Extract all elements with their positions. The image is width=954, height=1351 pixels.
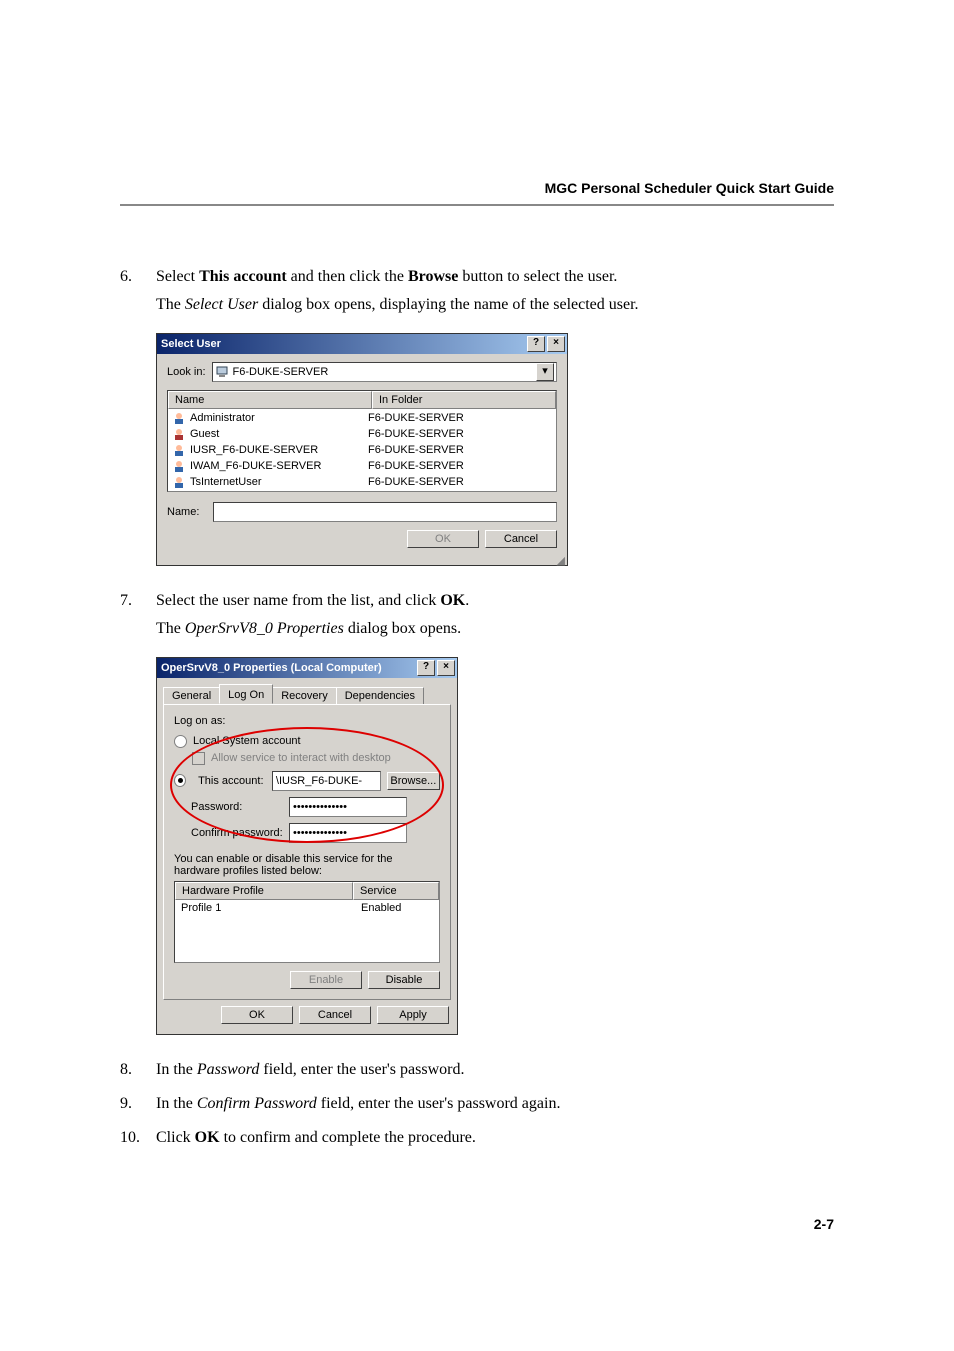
- tab-general[interactable]: General: [163, 687, 220, 704]
- list-item[interactable]: IWAM_F6-DUKE-SERVER F6-DUKE-SERVER: [168, 458, 556, 474]
- hw-enable-note: You can enable or disable this service f…: [174, 853, 440, 877]
- select-user-dialog-figure: Select User ? × Look in: F6-DUKE-SERVER …: [156, 333, 834, 566]
- user-icon: [172, 459, 186, 473]
- tab-recovery[interactable]: Recovery: [272, 687, 336, 704]
- account-input[interactable]: \IUSR_F6-DUKE-SER: [272, 771, 381, 791]
- select-user-dialog: Select User ? × Look in: F6-DUKE-SERVER …: [156, 333, 568, 566]
- disable-button[interactable]: Disable: [368, 971, 440, 989]
- confirm-password-label: Confirm password:: [191, 827, 283, 839]
- allow-interact-label: Allow service to interact with desktop: [211, 752, 391, 764]
- local-system-radio[interactable]: [174, 735, 187, 748]
- step-6-line1: Select This account and then click the B…: [156, 266, 834, 288]
- apply-button[interactable]: Apply: [377, 1006, 449, 1024]
- resize-grip-icon[interactable]: ◢: [157, 558, 567, 565]
- user-icon: [172, 411, 186, 425]
- step-9-number: 9.: [120, 1093, 156, 1121]
- help-button[interactable]: ?: [527, 336, 545, 352]
- name-input[interactable]: [213, 502, 557, 522]
- select-user-title: Select User: [161, 338, 525, 350]
- step-10-number: 10.: [120, 1127, 156, 1155]
- hardware-profile-list[interactable]: Hardware Profile Service Profile 1 Enabl…: [174, 881, 440, 963]
- user-icon: [172, 427, 186, 441]
- page-header: MGC Personal Scheduler Quick Start Guide: [120, 180, 834, 206]
- log-on-panel: Log on as: Local System account Allow se…: [163, 704, 451, 1000]
- this-account-radio[interactable]: [174, 774, 186, 787]
- look-in-combo[interactable]: F6-DUKE-SERVER ▾: [212, 362, 557, 382]
- select-user-titlebar: Select User ? ×: [157, 334, 567, 354]
- step-7-number: 7.: [120, 590, 156, 647]
- user-listview[interactable]: Name In Folder Administrator F6-DUKE-SER…: [167, 390, 557, 492]
- close-button[interactable]: ×: [547, 336, 565, 352]
- close-button[interactable]: ×: [437, 660, 455, 676]
- tab-strip: General Log On Recovery Dependencies: [163, 684, 451, 704]
- hw-column-service[interactable]: Service: [353, 882, 439, 900]
- browse-button[interactable]: Browse...: [387, 772, 440, 790]
- table-row[interactable]: Profile 1 Enabled: [175, 900, 439, 916]
- cancel-button[interactable]: Cancel: [299, 1006, 371, 1024]
- password-label: Password:: [191, 801, 283, 813]
- list-item[interactable]: Guest F6-DUKE-SERVER: [168, 426, 556, 442]
- look-in-value: F6-DUKE-SERVER: [233, 366, 536, 378]
- list-item[interactable]: TsInternetUser F6-DUKE-SERVER: [168, 474, 556, 490]
- step-9: 9. In the Confirm Password field, enter …: [120, 1093, 834, 1121]
- step-6: 6. Select This account and then click th…: [120, 266, 834, 323]
- local-system-label: Local System account: [193, 735, 301, 747]
- step-10: 10. Click OK to confirm and complete the…: [120, 1127, 834, 1155]
- tab-log-on[interactable]: Log On: [219, 684, 273, 704]
- dropdown-arrow-icon[interactable]: ▾: [536, 363, 554, 381]
- step-7-line1: Select the user name from the list, and …: [156, 590, 834, 612]
- allow-interact-checkbox: [192, 752, 205, 765]
- list-item[interactable]: IUSR_F6-DUKE-SERVER F6-DUKE-SERVER: [168, 442, 556, 458]
- look-in-label: Look in:: [167, 366, 206, 378]
- properties-titlebar: OperSrvV8_0 Properties (Local Computer) …: [157, 658, 457, 678]
- step-6-line2: The Select User dialog box opens, displa…: [156, 294, 834, 316]
- page-number: 2-7: [120, 1216, 834, 1232]
- cancel-button[interactable]: Cancel: [485, 530, 557, 548]
- step-8: 8. In the Password field, enter the user…: [120, 1059, 834, 1087]
- column-name[interactable]: Name: [168, 391, 372, 409]
- help-button[interactable]: ?: [417, 660, 435, 676]
- list-item[interactable]: Administrator F6-DUKE-SERVER: [168, 410, 556, 426]
- user-icon: [172, 475, 186, 489]
- user-icon: [172, 443, 186, 457]
- enable-button[interactable]: Enable: [290, 971, 362, 989]
- step-8-number: 8.: [120, 1059, 156, 1087]
- step-7-line2: The OperSrvV8_0 Properties dialog box op…: [156, 618, 834, 640]
- this-account-label: This account:: [198, 775, 266, 787]
- confirm-password-input[interactable]: ••••••••••••••: [289, 823, 407, 843]
- name-label: Name:: [167, 506, 207, 518]
- step-6-number: 6.: [120, 266, 156, 323]
- ok-button[interactable]: OK: [221, 1006, 293, 1024]
- step-7: 7. Select the user name from the list, a…: [120, 590, 834, 647]
- properties-dialog-figure: OperSrvV8_0 Properties (Local Computer) …: [156, 657, 834, 1035]
- ok-button[interactable]: OK: [407, 530, 479, 548]
- properties-title: OperSrvV8_0 Properties (Local Computer): [161, 662, 415, 674]
- log-on-as-label: Log on as:: [174, 715, 440, 727]
- computer-icon: [215, 365, 229, 379]
- properties-dialog: OperSrvV8_0 Properties (Local Computer) …: [156, 657, 458, 1035]
- tab-dependencies[interactable]: Dependencies: [336, 687, 424, 704]
- password-input[interactable]: ••••••••••••••: [289, 797, 407, 817]
- hw-column-profile[interactable]: Hardware Profile: [175, 882, 353, 900]
- column-folder[interactable]: In Folder: [372, 391, 556, 409]
